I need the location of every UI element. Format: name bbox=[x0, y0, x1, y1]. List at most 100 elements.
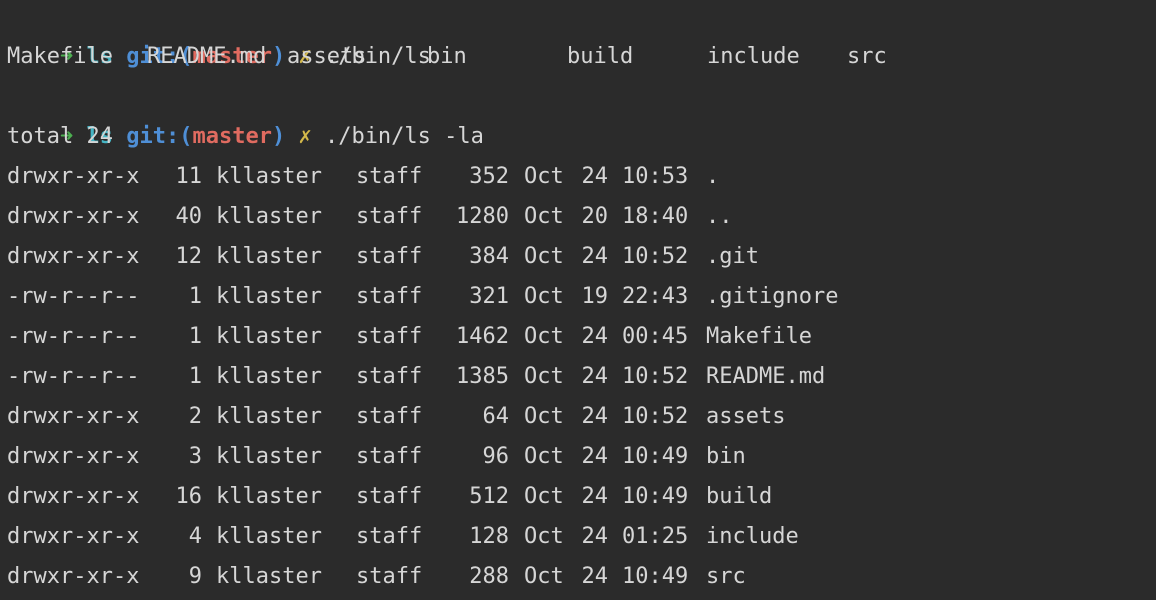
listing-name: .. bbox=[706, 204, 733, 229]
listing-size: 96 bbox=[482, 444, 510, 469]
listing-perm: drwxr-xr-x bbox=[7, 204, 140, 229]
listing-time: 10:49 bbox=[622, 444, 689, 469]
listing-owner: kllaster bbox=[216, 484, 322, 509]
prompt-paren-close: ) bbox=[271, 124, 286, 149]
listing-owner: kllaster bbox=[216, 524, 322, 549]
listing-group: staff bbox=[356, 164, 423, 189]
listing-size: 1462 bbox=[456, 324, 509, 349]
listing-month: Oct bbox=[524, 244, 564, 269]
listing-name: assets bbox=[706, 404, 786, 429]
table-row: drwxr-xr-x 3 kllaster staff 96 Oct 24 10:49 bin bbox=[7, 437, 1107, 477]
listing-month: Oct bbox=[524, 404, 564, 429]
listing-owner: kllaster bbox=[216, 284, 322, 309]
listing-perm: -rw-r--r-- bbox=[7, 324, 140, 349]
listing-group: staff bbox=[356, 324, 423, 349]
prompt-paren-open: ( bbox=[179, 124, 193, 149]
listing-time: 18:40 bbox=[622, 204, 689, 229]
dirty-icon: ✗ bbox=[298, 124, 312, 149]
listing-time: 10:53 bbox=[622, 164, 689, 189]
table-row: -rw-r--r-- 1 kllaster staff 321 Oct 19 22:43 .gi… bbox=[7, 277, 1107, 317]
table-row: -rw-r--r-- 1 kllaster staff 1385 Oct 24 10:52 RE… bbox=[7, 357, 1107, 397]
listing-group: staff bbox=[356, 444, 423, 469]
listing-perm: drwxr-xr-x bbox=[7, 164, 140, 189]
listing-time: 01:25 bbox=[622, 524, 689, 549]
listing-month: Oct bbox=[524, 564, 564, 589]
ls-entry: README.md bbox=[147, 44, 267, 69]
terminal-window[interactable]: ➜ ls git:(master) ✗ ./bin/ls Makefile RE… bbox=[0, 0, 1156, 600]
listing-month: Oct bbox=[524, 364, 564, 389]
listing-total: total 24 bbox=[7, 124, 113, 149]
listing-links: 12 bbox=[175, 244, 203, 269]
listing-size: 128 bbox=[469, 524, 509, 549]
listing-size: 1385 bbox=[456, 364, 509, 389]
table-row: drwxr-xr-x 16 kllaster staff 512 Oct 24 10:49 bu… bbox=[7, 477, 1107, 517]
listing-month: Oct bbox=[524, 524, 564, 549]
listing-links: 1 bbox=[188, 364, 202, 389]
listing-perm: drwxr-xr-x bbox=[7, 524, 140, 549]
listing-day: 19 bbox=[581, 284, 609, 309]
listing-links: 40 bbox=[175, 204, 203, 229]
listing-size: 321 bbox=[469, 284, 509, 309]
listing-links: 4 bbox=[188, 524, 202, 549]
listing-links: 3 bbox=[188, 444, 202, 469]
prompt-git-label: git: bbox=[126, 124, 180, 149]
ls-entry: assets bbox=[287, 44, 367, 69]
listing-size: 352 bbox=[469, 164, 509, 189]
table-row: drwxr-xr-x 4 kllaster staff 128 Oct 24 01:25 inc… bbox=[7, 517, 1107, 557]
listing-month: Oct bbox=[524, 164, 564, 189]
listing-day: 24 bbox=[581, 564, 609, 589]
listing-time: 10:52 bbox=[622, 364, 689, 389]
listing-day: 24 bbox=[581, 324, 609, 349]
listing-name: .gitignore bbox=[706, 284, 839, 309]
listing-time: 22:43 bbox=[622, 284, 689, 309]
listing-month: Oct bbox=[524, 444, 564, 469]
listing-perm: -rw-r--r-- bbox=[7, 364, 140, 389]
listing-owner: kllaster bbox=[216, 204, 322, 229]
listing-month: Oct bbox=[524, 324, 564, 349]
listing-group: staff bbox=[356, 524, 423, 549]
listing-links: 2 bbox=[188, 404, 202, 429]
listing-day: 24 bbox=[581, 444, 609, 469]
table-row: -rw-r--r-- 1 kllaster staff 1462 Oct 24 00:45 Ma… bbox=[7, 317, 1107, 357]
listing-links: 1 bbox=[188, 284, 202, 309]
listing-time: 10:52 bbox=[622, 404, 689, 429]
listing-group: staff bbox=[356, 244, 423, 269]
ls-entry: include bbox=[707, 44, 800, 69]
listing-name: build bbox=[706, 484, 773, 509]
listing-name: README.md bbox=[706, 364, 826, 389]
listing-owner: kllaster bbox=[216, 364, 322, 389]
ls-entry: bin bbox=[427, 44, 467, 69]
listing-perm: drwxr-xr-x bbox=[7, 484, 140, 509]
listing-day: 24 bbox=[581, 484, 609, 509]
ls-entry: Makefile bbox=[7, 44, 113, 69]
listing-perm: drwxr-xr-x bbox=[7, 444, 140, 469]
listing-links: 9 bbox=[188, 564, 202, 589]
listing-month: Oct bbox=[524, 204, 564, 229]
table-row: drwxr-xr-x 11 kllaster staff 352 Oct 24 10:53. bbox=[7, 157, 1107, 197]
table-row: drwxr-xr-x 12 kllaster staff 384 Oct 24 10:52 .g… bbox=[7, 237, 1107, 277]
listing-owner: kllaster bbox=[216, 324, 322, 349]
listing-day: 24 bbox=[581, 364, 609, 389]
listing-owner: kllaster bbox=[216, 164, 322, 189]
listing-day: 24 bbox=[581, 244, 609, 269]
listing-links: 11 bbox=[175, 164, 203, 189]
listing-name: bin bbox=[706, 444, 746, 469]
table-row: drwxr-xr-x 40 kllaster staff 1280 Oct 20 18:40.… bbox=[7, 197, 1107, 237]
listing-perm: -rw-r--r-- bbox=[7, 284, 140, 309]
listing-size: 288 bbox=[469, 564, 509, 589]
listing-size: 1280 bbox=[456, 204, 509, 229]
listing-day: 20 bbox=[581, 204, 609, 229]
listing-day: 24 bbox=[581, 404, 609, 429]
listing-group: staff bbox=[356, 484, 423, 509]
listing-links: 16 bbox=[175, 484, 203, 509]
listing-day: 24 bbox=[581, 524, 609, 549]
listing-time: 10:52 bbox=[622, 244, 689, 269]
ls-entry: build bbox=[567, 44, 634, 69]
listing-name: . bbox=[706, 164, 720, 189]
listing-time: 10:49 bbox=[622, 564, 689, 589]
listing-month: Oct bbox=[524, 484, 564, 509]
prompt-line: ➜ ls git:(master) ✗ ./bin/ls bbox=[7, 0, 431, 69]
listing-owner: kllaster bbox=[216, 444, 322, 469]
listing-day: 24 bbox=[581, 164, 609, 189]
listing-name: .git bbox=[706, 244, 759, 269]
